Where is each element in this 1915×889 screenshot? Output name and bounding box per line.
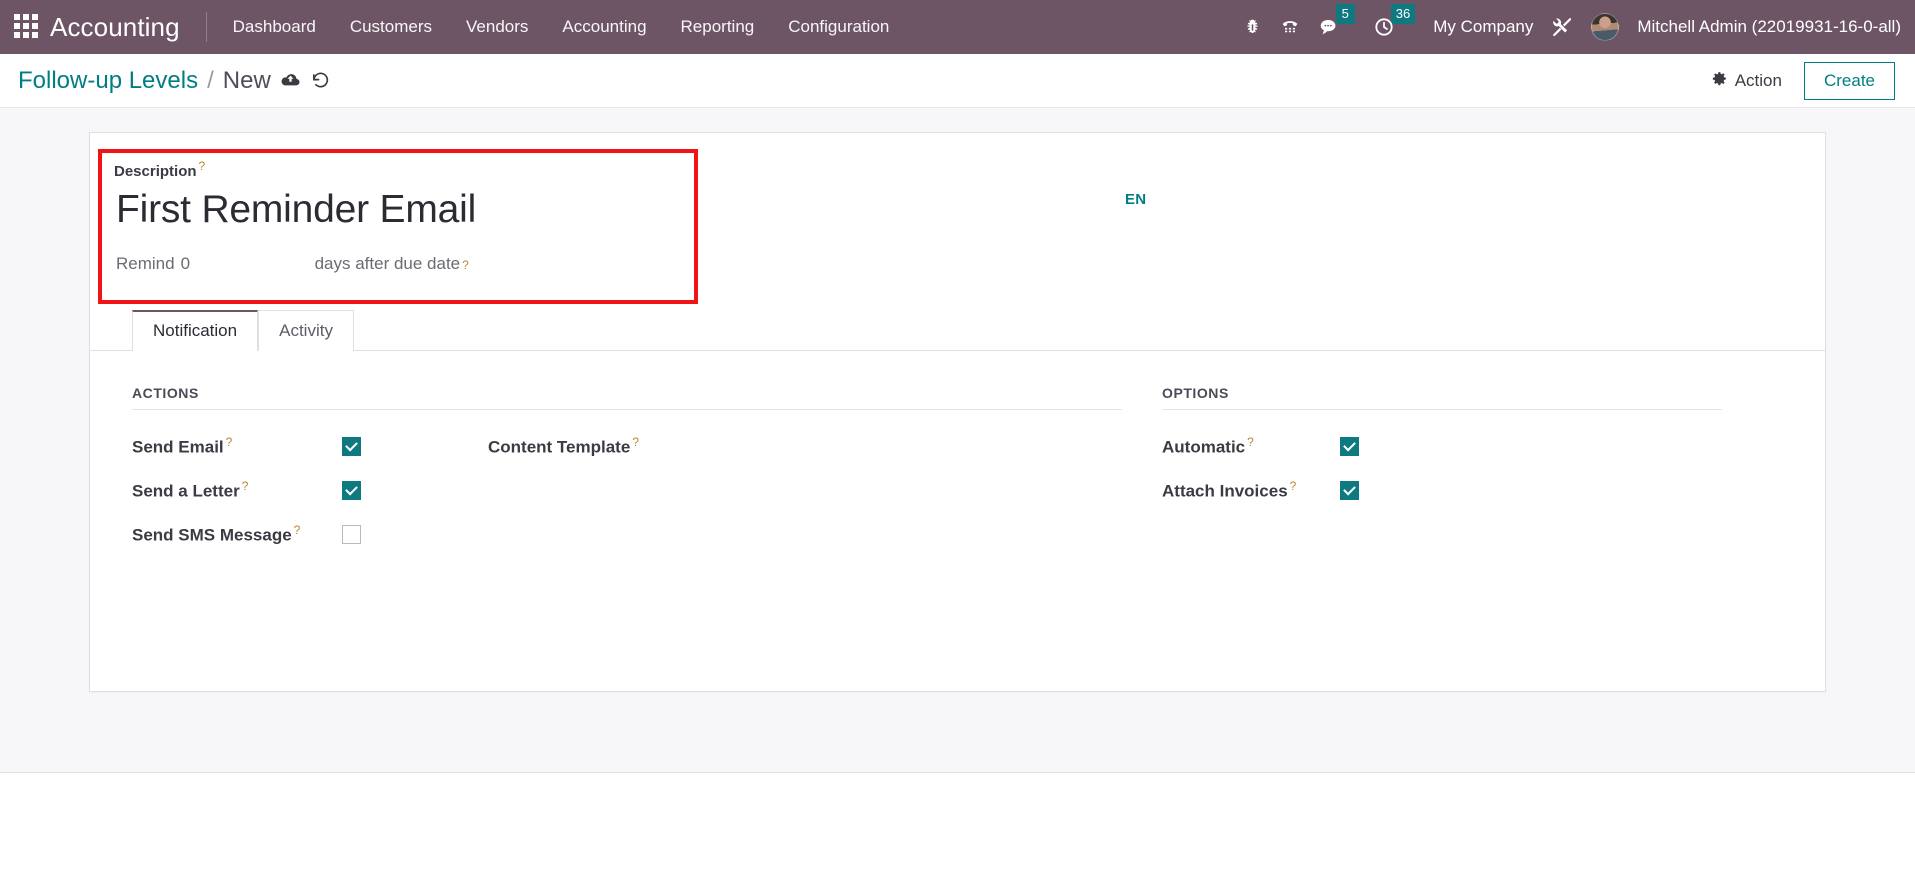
grid-cell [14, 14, 20, 20]
send-letter-tooltip-icon[interactable]: ? [242, 479, 249, 493]
send-sms-tooltip-icon[interactable]: ? [294, 523, 301, 537]
remind-suffix-label: days after due date [314, 254, 461, 274]
form-title-zone: Description? First Reminder Email Remind… [90, 133, 1825, 304]
language-badge[interactable]: EN [1125, 191, 1146, 208]
send-sms-row: Send SMS Message? [132, 520, 1122, 548]
nav-item-reporting[interactable]: Reporting [681, 17, 755, 37]
send-letter-row: Send a Letter? [132, 476, 1122, 504]
send-letter-label-cell: Send a Letter? [132, 479, 342, 501]
title-left-column: Description? First Reminder Email Remind… [114, 159, 714, 274]
send-email-label: Send Email [132, 437, 224, 457]
delay-days-input[interactable]: 0 [181, 254, 193, 274]
options-section-title: OPTIONS [1162, 385, 1722, 411]
send-sms-label-cell: Send SMS Message? [132, 523, 342, 545]
breadcrumb: Follow-up Levels / New [18, 67, 271, 95]
nav-item-customers[interactable]: Customers [350, 17, 432, 37]
send-sms-label: Send SMS Message [132, 525, 292, 545]
attach-invoices-row: Attach Invoices? [1162, 476, 1722, 504]
nav-item-configuration[interactable]: Configuration [788, 17, 889, 37]
grid-cell [32, 14, 38, 20]
send-letter-label: Send a Letter [132, 481, 240, 501]
form-background: Description? First Reminder Email Remind… [0, 108, 1915, 773]
attach-invoices-tooltip-icon[interactable]: ? [1290, 479, 1297, 493]
content-template-cell: Content Template? [488, 435, 639, 457]
breadcrumb-separator: / [207, 66, 214, 94]
grid-cell [14, 32, 20, 38]
undo-discard-icon[interactable] [310, 70, 331, 91]
notification-tab-panel: ACTIONS Send Email? Content Template? Se… [90, 351, 1825, 624]
grid-cell [32, 32, 38, 38]
attach-invoices-label-cell: Attach Invoices? [1162, 479, 1340, 501]
form-sheet: Description? First Reminder Email Remind… [89, 132, 1826, 692]
navbar-menu: Dashboard Customers Vendors Accounting R… [233, 17, 890, 37]
automatic-label-cell: Automatic? [1162, 435, 1340, 457]
apps-grid-icon[interactable] [14, 14, 40, 40]
clock-icon [1373, 16, 1395, 38]
automatic-label: Automatic [1162, 437, 1246, 457]
wrench-screwdriver-icon[interactable] [1551, 16, 1573, 38]
send-email-row: Send Email? Content Template? [132, 432, 1122, 460]
action-button-label: Action [1734, 70, 1782, 90]
automatic-tooltip-icon[interactable]: ? [1247, 435, 1254, 449]
send-letter-checkbox[interactable] [342, 480, 361, 500]
navbar-divider [205, 12, 207, 42]
gear-icon [1711, 70, 1728, 92]
tab-notification[interactable]: Notification [132, 309, 259, 352]
avatar[interactable] [1591, 13, 1620, 41]
action-button[interactable]: Action [1711, 70, 1782, 92]
create-button[interactable]: Create [1803, 61, 1895, 100]
cloud-upload-icon[interactable] [280, 70, 301, 91]
grid-cell [14, 23, 20, 29]
nav-item-vendors[interactable]: Vendors [466, 17, 528, 37]
send-email-label-cell: Send Email? [132, 435, 342, 457]
top-navbar: Accounting Dashboard Customers Vendors A… [0, 0, 1915, 54]
send-sms-checkbox[interactable] [342, 524, 361, 544]
actions-column: ACTIONS Send Email? Content Template? Se… [132, 385, 1162, 564]
tab-activity[interactable]: Activity [258, 309, 354, 352]
page-bottom-divider [0, 772, 1915, 773]
company-switcher[interactable]: My Company [1433, 17, 1533, 37]
systray: 5 36 My Company Mitchell Admin (22019931… [1243, 4, 1901, 41]
app-brand-title[interactable]: Accounting [50, 12, 180, 43]
user-menu[interactable]: Mitchell Admin (22019931-16-0-all) [1637, 17, 1901, 37]
description-label: Description [114, 163, 197, 181]
options-column: OPTIONS Automatic? Attach Invoices? [1162, 385, 1722, 564]
send-email-checkbox[interactable] [342, 436, 361, 456]
remind-prefix-label: Remind [116, 254, 175, 274]
content-template-label: Content Template [488, 437, 631, 457]
control-panel: Follow-up Levels / New Action Create [0, 54, 1915, 108]
description-tooltip-icon[interactable]: ? [199, 159, 206, 173]
description-input[interactable]: First Reminder Email [116, 187, 714, 234]
chat-bubble-icon [1318, 16, 1340, 38]
breadcrumb-parent[interactable]: Follow-up Levels [18, 67, 198, 95]
notebook-tabs: Notification Activity [90, 309, 1825, 352]
automatic-checkbox[interactable] [1340, 436, 1359, 456]
breadcrumb-current: New [222, 66, 271, 94]
activities-menu[interactable]: 36 [1373, 4, 1416, 38]
bug-icon[interactable] [1243, 18, 1262, 37]
grid-cell [23, 14, 29, 20]
actions-section-title: ACTIONS [132, 385, 1122, 411]
attach-invoices-label: Attach Invoices [1162, 481, 1288, 501]
content-template-tooltip-icon[interactable]: ? [632, 435, 639, 449]
automatic-row: Automatic? [1162, 432, 1722, 460]
remind-tooltip-icon[interactable]: ? [462, 258, 469, 272]
telephone-dialpad-icon[interactable] [1280, 17, 1300, 37]
description-label-row: Description? [114, 159, 714, 181]
nav-item-dashboard[interactable]: Dashboard [233, 17, 316, 37]
control-panel-buttons: Action Create [1711, 61, 1895, 100]
messages-menu[interactable]: 5 [1318, 4, 1355, 38]
grid-cell [32, 23, 38, 29]
grid-cell [23, 23, 29, 29]
send-email-tooltip-icon[interactable]: ? [226, 435, 233, 449]
grid-cell [23, 32, 29, 38]
nav-item-accounting[interactable]: Accounting [562, 17, 646, 37]
remind-delay-row: Remind 0 days after due date? [116, 254, 714, 274]
attach-invoices-checkbox[interactable] [1340, 480, 1359, 500]
